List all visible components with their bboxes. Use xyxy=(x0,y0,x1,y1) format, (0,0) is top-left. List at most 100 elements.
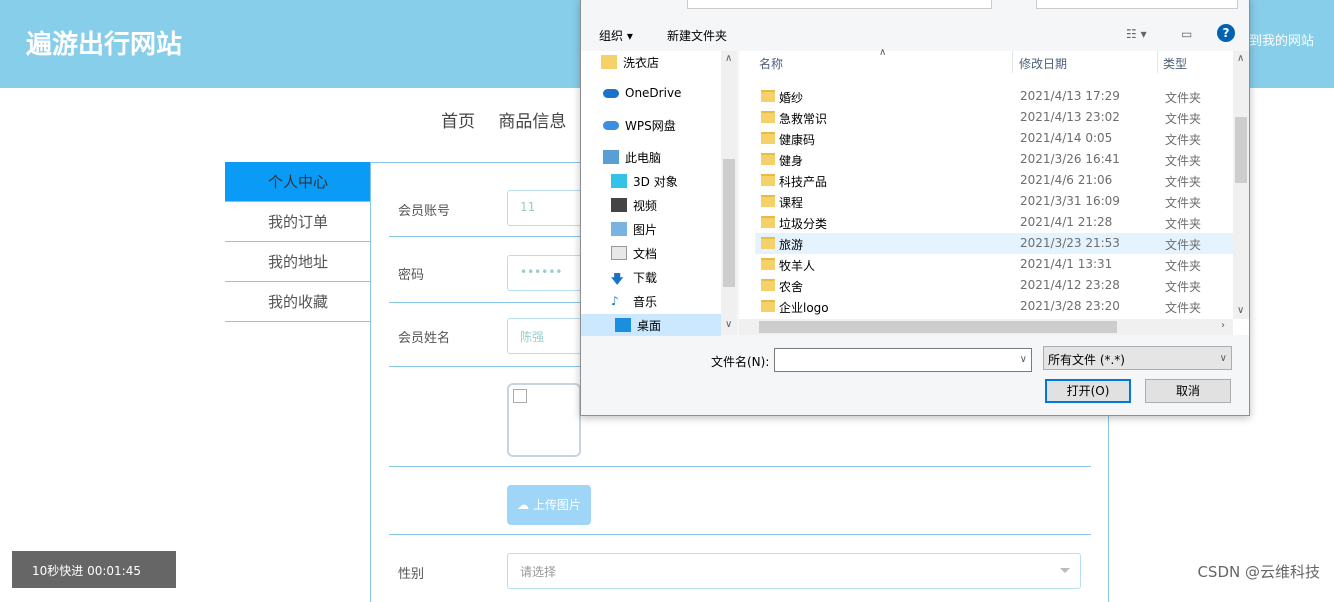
preview-pane-icon[interactable]: ▭ xyxy=(1181,27,1192,41)
file-name: 婚纱 xyxy=(779,91,804,105)
column-type[interactable]: 类型 xyxy=(1163,55,1187,72)
avatar-image xyxy=(507,383,581,457)
chevron-up-icon[interactable]: ∧ xyxy=(1237,53,1244,64)
nav-item-3d[interactable]: 3D 对象 xyxy=(611,170,678,192)
cube-icon xyxy=(611,174,627,188)
file-type: 文件夹 xyxy=(1165,154,1202,168)
nav-item-music[interactable]: ♪ 音乐 xyxy=(611,290,657,312)
file-name: 农舍 xyxy=(779,280,804,294)
nav-item-video[interactable]: 视频 xyxy=(611,194,657,216)
video-player-bar[interactable]: 10秒快进 00:01:45 xyxy=(12,551,176,588)
chevron-down-icon[interactable]: ∨ xyxy=(725,319,732,330)
nav-home[interactable]: 首页 xyxy=(441,112,475,132)
nav-scrollbar[interactable]: ∧ ∨ xyxy=(721,51,737,335)
navigation-pane: 洗衣店 OneDrive WPS网盘 此电脑 3D 对象 视频 图片 文档 🡇 下… xyxy=(581,51,737,336)
file-type: 文件夹 xyxy=(1165,112,1202,126)
account-input[interactable]: 11 xyxy=(507,190,587,226)
file-name: 企业logo xyxy=(779,301,829,315)
file-row[interactable]: 健身 2021/3/26 16:41 文件夹 xyxy=(755,149,1233,170)
filetype-select[interactable]: 所有文件 (*.*) ∨ xyxy=(1043,346,1232,370)
file-name: 科技产品 xyxy=(779,175,828,189)
sidebar-item-profile[interactable]: 个人中心 xyxy=(225,162,371,202)
file-row[interactable]: 旅游 2021/3/23 21:53 文件夹 xyxy=(755,233,1233,254)
open-button[interactable]: 打开(O) xyxy=(1045,379,1131,403)
column-name[interactable]: 名称 xyxy=(759,55,783,72)
site-title: 遍游出行网站 xyxy=(26,30,183,60)
chevron-down-icon[interactable]: ∨ xyxy=(1237,305,1244,316)
name-input[interactable]: 陈强 xyxy=(507,318,587,354)
file-date: 2021/4/13 23:02 xyxy=(1020,110,1120,124)
file-type: 文件夹 xyxy=(1165,217,1202,231)
filename-input[interactable]: ∨ xyxy=(774,348,1032,372)
file-type: 文件夹 xyxy=(1165,91,1202,105)
file-row[interactable]: 科技产品 2021/4/6 21:06 文件夹 xyxy=(755,170,1233,191)
nav-item-desktop[interactable]: 桌面 xyxy=(581,314,721,336)
new-folder-button[interactable]: 新建文件夹 xyxy=(667,27,727,44)
folder-icon xyxy=(761,279,775,291)
file-row[interactable]: 企业logo 2021/3/28 23:20 文件夹 xyxy=(755,296,1233,317)
nav-item-downloads[interactable]: 🡇 下载 xyxy=(611,266,657,288)
horizontal-scroll-thumb[interactable] xyxy=(759,321,1117,333)
sidebar-item-address[interactable]: 我的地址 xyxy=(225,242,371,282)
filename-label: 文件名(N): xyxy=(711,355,770,369)
file-type: 文件夹 xyxy=(1165,175,1202,189)
file-row[interactable]: 课程 2021/3/31 16:09 文件夹 xyxy=(755,191,1233,212)
file-open-dialog: 组织 ▾ 新建文件夹 ☷ ▾ ▭ ? 洗衣店 OneDrive WPS网盘 此电… xyxy=(580,0,1250,416)
chevron-down-icon[interactable]: ∨ xyxy=(1020,354,1027,365)
file-row[interactable]: 垃圾分类 2021/4/1 21:28 文件夹 xyxy=(755,212,1233,233)
chevron-right-icon[interactable]: › xyxy=(1221,320,1225,331)
file-name: 健身 xyxy=(779,154,804,168)
file-name: 健康码 xyxy=(779,133,816,147)
music-icon: ♪ xyxy=(611,294,619,308)
file-row[interactable]: 农舍 2021/4/12 23:28 文件夹 xyxy=(755,275,1233,296)
nav-scroll-thumb[interactable] xyxy=(723,159,735,287)
file-name: 垃圾分类 xyxy=(779,217,828,231)
file-date: 2021/4/6 21:06 xyxy=(1020,173,1113,187)
gender-select[interactable]: 请选择 xyxy=(507,553,1081,589)
help-icon[interactable]: ? xyxy=(1217,24,1235,42)
download-icon: 🡇 xyxy=(611,272,624,286)
nav-item-documents[interactable]: 文档 xyxy=(611,242,657,264)
file-name: 课程 xyxy=(779,196,804,210)
nav-item-pictures[interactable]: 图片 xyxy=(611,218,657,240)
view-options-icon[interactable]: ☷ ▾ xyxy=(1126,27,1147,41)
sidebar-item-orders[interactable]: 我的订单 xyxy=(225,202,371,242)
nav-item-this-pc[interactable]: 此电脑 xyxy=(603,146,661,168)
file-scrollbar[interactable]: ∧ ∨ xyxy=(1233,51,1249,319)
nav-item-onedrive[interactable]: OneDrive xyxy=(603,82,681,104)
file-row[interactable]: 健康码 2021/4/14 0:05 文件夹 xyxy=(755,128,1233,149)
document-icon xyxy=(611,246,627,260)
search-input[interactable] xyxy=(1036,0,1238,9)
organize-button[interactable]: 组织 ▾ xyxy=(599,27,633,44)
column-divider[interactable] xyxy=(1012,51,1013,73)
file-row[interactable]: 急救常识 2021/4/13 23:02 文件夹 xyxy=(755,107,1233,128)
nav-item-laundry[interactable]: 洗衣店 xyxy=(601,51,659,73)
name-label: 会员姓名 xyxy=(398,331,451,346)
video-icon xyxy=(611,198,627,212)
sidebar-item-favorites[interactable]: 我的收藏 xyxy=(225,282,371,322)
horizontal-scrollbar[interactable]: › xyxy=(739,319,1233,335)
file-row[interactable]: 牧羊人 2021/4/1 13:31 文件夹 xyxy=(755,254,1233,275)
chevron-down-icon: ∨ xyxy=(1219,353,1227,364)
nav-products[interactable]: 商品信息 xyxy=(498,112,566,132)
file-scroll-thumb[interactable] xyxy=(1235,117,1247,183)
folder-icon xyxy=(761,300,775,312)
file-date: 2021/3/31 16:09 xyxy=(1020,194,1120,208)
nav-item-wps[interactable]: WPS网盘 xyxy=(603,114,676,136)
address-input[interactable] xyxy=(687,0,992,9)
file-type: 文件夹 xyxy=(1165,238,1202,252)
chevron-up-icon[interactable]: ∧ xyxy=(725,53,732,64)
header-link[interactable]: 到我的网站 xyxy=(1249,30,1314,49)
column-divider[interactable] xyxy=(1157,51,1158,73)
folder-icon xyxy=(761,174,775,186)
file-row[interactable]: 婚纱 2021/4/13 17:29 文件夹 xyxy=(755,86,1233,107)
file-date: 2021/4/1 13:31 xyxy=(1020,257,1113,271)
file-type: 文件夹 xyxy=(1165,196,1202,210)
upload-image-button[interactable]: ☁ 上传图片 xyxy=(507,485,591,525)
column-modified[interactable]: 修改日期 xyxy=(1019,55,1067,72)
file-date: 2021/4/13 17:29 xyxy=(1020,89,1120,103)
cancel-button[interactable]: 取消 xyxy=(1145,379,1231,403)
password-label: 密码 xyxy=(398,268,425,283)
sort-up-icon: ∧ xyxy=(879,47,887,58)
password-input[interactable]: •••••• xyxy=(507,255,587,291)
